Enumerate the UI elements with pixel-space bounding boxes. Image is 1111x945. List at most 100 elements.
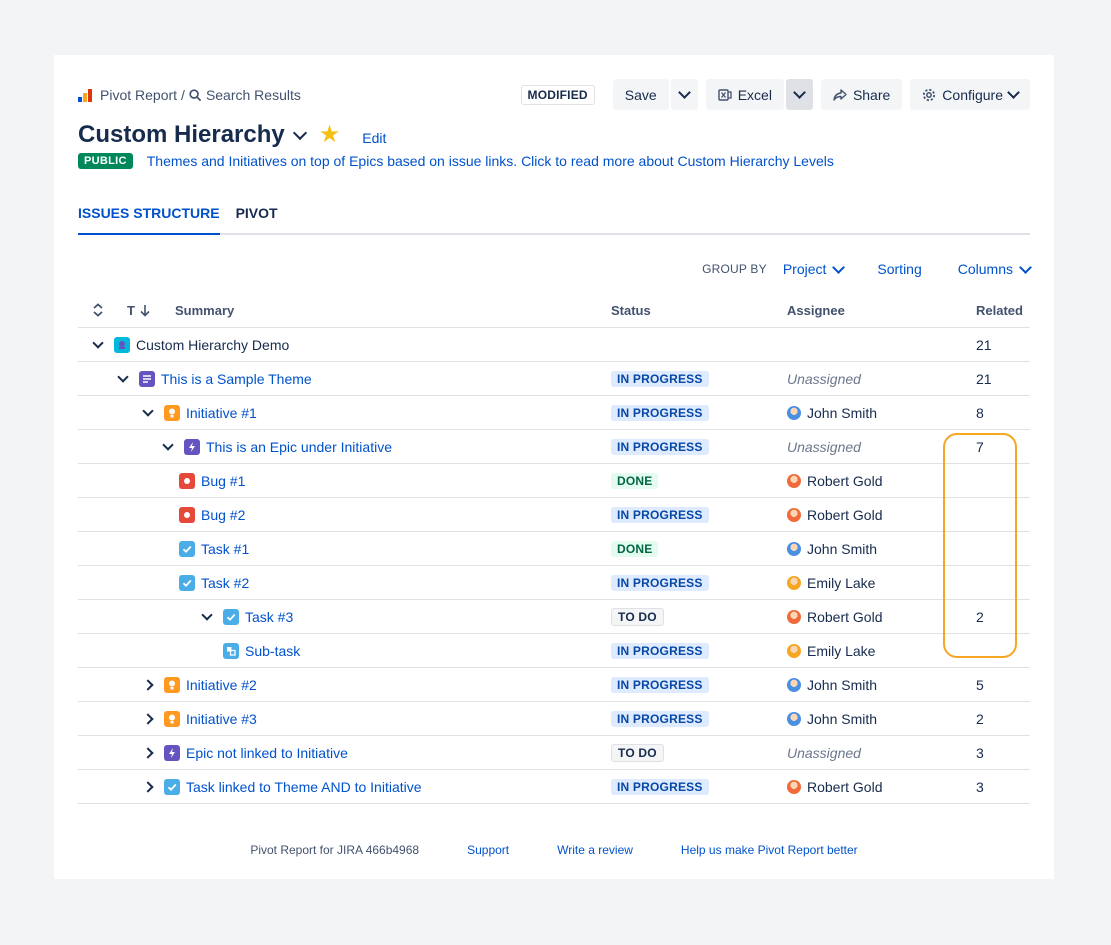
issue-summary[interactable]: Bug #1 (201, 473, 245, 489)
assignee-name: Emily Lake (807, 642, 876, 659)
issue-summary[interactable]: Task #1 (201, 541, 249, 557)
issue-summary[interactable]: Initiative #2 (186, 677, 257, 693)
breadcrumb-pivot-report[interactable]: Pivot Report (100, 87, 177, 103)
issue-summary[interactable]: Task #2 (201, 575, 249, 591)
description-link[interactable]: Themes and Initiatives on top of Epics b… (147, 153, 834, 169)
status-cell: IN PROGRESS (611, 702, 709, 735)
footer-support-link[interactable]: Support (467, 843, 509, 857)
table-row[interactable]: Initiative #1 IN PROGRESS John Smith 8 (78, 396, 1030, 430)
issue-summary[interactable]: Epic not linked to Initiative (186, 745, 348, 761)
title-dropdown-chevron-icon[interactable] (292, 125, 307, 141)
table-body: Custom Hierarchy Demo 21 This is a Sample … (78, 328, 1030, 804)
collapse-chevron-icon[interactable] (140, 404, 156, 421)
configure-button-label: Configure (942, 86, 1003, 103)
breadcrumb-search-results[interactable]: Search Results (206, 87, 301, 103)
excel-button[interactable]: Excel (705, 79, 784, 110)
avatar (787, 507, 801, 522)
assignee-cell: Robert Gold (787, 600, 882, 633)
expand-chevron-icon[interactable] (140, 677, 156, 693)
edit-link[interactable]: Edit (362, 130, 386, 146)
footer-feedback-link[interactable]: Help us make Pivot Report better (681, 843, 858, 857)
status-column-header[interactable]: Status (611, 293, 651, 327)
assignee-name: Robert Gold (807, 608, 883, 625)
excel-options-button[interactable] (785, 79, 813, 110)
summary-column-header[interactable]: Summary (175, 293, 234, 327)
breadcrumb-separator: / (181, 87, 185, 103)
expand-collapse-all-icon[interactable] (92, 293, 104, 327)
table-row[interactable]: This is a Sample Theme IN PROGRESS Unassig… (78, 362, 1030, 396)
configure-button[interactable]: Configure (910, 79, 1030, 110)
type-sort-header[interactable]: T (127, 293, 151, 327)
table-row[interactable]: Task #1 DONE John Smith (78, 532, 1030, 566)
issue-summary[interactable]: Sub-task (245, 643, 300, 659)
collapse-chevron-icon[interactable] (115, 370, 131, 387)
assignee-name: John Smith (807, 540, 878, 557)
related-count: 3 (976, 744, 984, 761)
expand-chevron-icon[interactable] (140, 711, 156, 727)
table-row[interactable]: Epic not linked to Initiative TO DO Unassi… (78, 736, 1030, 770)
chevron-down-icon (1007, 86, 1020, 99)
status-cell: IN PROGRESS (611, 362, 709, 395)
group-by-project-dropdown[interactable]: Project (783, 260, 846, 277)
columns-dropdown[interactable]: Columns (958, 260, 1032, 277)
chevron-down-icon (1019, 260, 1032, 274)
table-row[interactable]: This is an Epic under Initiative IN PROGR… (78, 430, 1030, 464)
status-lozenge: TO DO (611, 743, 664, 762)
table-row[interactable]: Initiative #3 IN PROGRESS John Smith 2 (78, 702, 1030, 736)
share-button[interactable]: Share (820, 79, 903, 110)
issue-summary[interactable]: Initiative #1 (186, 405, 257, 421)
table-row[interactable]: Task #2 IN PROGRESS Emily Lake (78, 566, 1030, 600)
status-lozenge: IN PROGRESS (611, 642, 709, 659)
assignee-cell: John Smith (787, 396, 877, 429)
issue-summary[interactable]: This is a Sample Theme (161, 371, 312, 387)
table-row[interactable]: Bug #1 DONE Robert Gold (78, 464, 1030, 498)
status-lozenge: TO DO (611, 607, 664, 626)
assignee-name: Unassigned (787, 438, 861, 455)
issues-table: T Summary Status Assignee Related Custom… (78, 293, 1030, 804)
table-row[interactable]: Bug #2 IN PROGRESS Robert Gold (78, 498, 1030, 532)
table-row[interactable]: Initiative #2 IN PROGRESS John Smith 5 (78, 668, 1030, 702)
collapse-chevron-icon[interactable] (160, 438, 176, 455)
collapse-chevron-icon[interactable] (90, 336, 106, 353)
tab-pivot[interactable]: PIVOT (236, 205, 278, 233)
related-column-header[interactable]: Related (976, 293, 1023, 327)
theme-icon (139, 370, 155, 387)
issue-summary[interactable]: This is an Epic under Initiative (206, 439, 392, 455)
summary-cell: Task linked to Theme AND to Initiative (140, 770, 422, 803)
table-row[interactable]: Task #3 TO DO Robert Gold 2 (78, 600, 1030, 634)
issue-summary[interactable]: Task #3 (245, 609, 293, 625)
issue-summary[interactable]: Bug #2 (201, 507, 245, 523)
task-icon (179, 574, 195, 591)
assignee-name: Emily Lake (807, 574, 876, 591)
expand-chevron-icon[interactable] (140, 779, 156, 795)
collapse-chevron-icon[interactable] (199, 608, 215, 625)
summary-cell: Initiative #3 (140, 702, 257, 735)
favorite-star-icon[interactable]: ★ (319, 123, 341, 147)
tab-issues-structure[interactable]: ISSUES STRUCTURE (78, 205, 220, 235)
avatar (787, 609, 801, 624)
related-highlight-annotation (943, 433, 1017, 658)
status-lozenge: IN PROGRESS (611, 710, 709, 727)
status-cell: DONE (611, 464, 659, 497)
table-row[interactable]: Sub-task IN PROGRESS Emily Lake (78, 634, 1030, 668)
summary-cell: This is a Sample Theme (115, 362, 312, 395)
save-button[interactable]: Save (612, 79, 669, 110)
table-row[interactable]: Task linked to Theme AND to Initiative IN… (78, 770, 1030, 804)
footer-review-link[interactable]: Write a review (557, 843, 633, 857)
issue-summary[interactable]: Task linked to Theme AND to Initiative (186, 779, 422, 795)
issue-summary[interactable]: Initiative #3 (186, 711, 257, 727)
status-cell: IN PROGRESS (611, 498, 709, 531)
assignee-name: John Smith (807, 404, 878, 421)
assignee-name: John Smith (807, 676, 878, 693)
assignee-column-header[interactable]: Assignee (787, 293, 845, 327)
expand-chevron-icon[interactable] (140, 745, 156, 761)
status-cell: IN PROGRESS (611, 770, 709, 803)
assignee-cell: Robert Gold (787, 498, 882, 531)
sorting-link[interactable]: Sorting (877, 261, 921, 277)
table-row[interactable]: Custom Hierarchy Demo 21 (78, 328, 1030, 362)
page-title: Custom Hierarchy (78, 121, 285, 148)
status-cell: IN PROGRESS (611, 566, 709, 599)
issue-summary[interactable]: Custom Hierarchy Demo (136, 337, 289, 353)
save-options-button[interactable] (670, 79, 698, 110)
assignee-cell: John Smith (787, 702, 877, 735)
